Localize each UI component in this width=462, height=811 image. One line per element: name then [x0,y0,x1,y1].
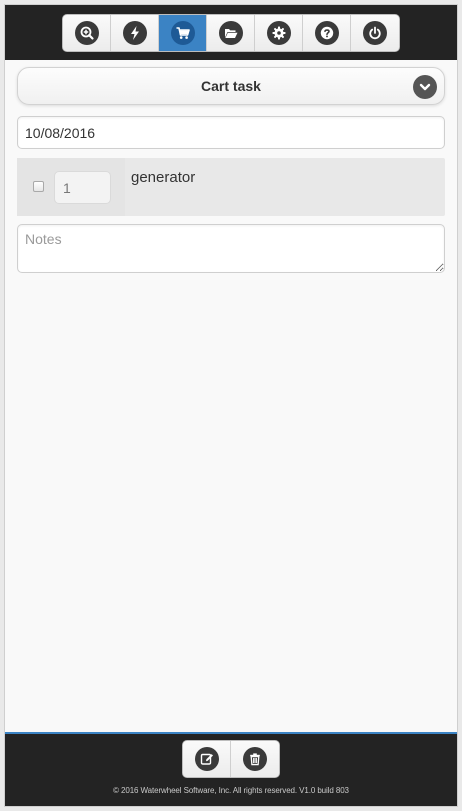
power-button[interactable] [351,15,399,51]
delete-button[interactable] [231,741,279,777]
cart-task-header[interactable]: Cart task [17,67,445,105]
nav-button-group [62,14,400,52]
gear-icon [266,21,291,45]
item-name: generator [131,169,196,186]
settings-button[interactable] [255,15,303,51]
edit-button[interactable] [183,741,231,777]
cart-icon [170,21,195,45]
app-frame: Cart task generator [4,4,458,807]
quick-action-button[interactable] [111,15,159,51]
trash-icon [243,747,267,771]
search-button[interactable] [63,15,111,51]
power-icon [363,21,387,45]
footer-button-group [182,740,280,778]
item-checkbox[interactable] [33,181,44,192]
cart-button[interactable] [159,15,207,51]
list-item: generator [17,158,445,216]
folder-open-icon [218,21,243,45]
date-field[interactable] [17,116,445,149]
question-icon [314,21,339,45]
footer-bar: © 2016 Waterwheel Software, Inc. All rig… [5,732,457,806]
search-plus-icon [74,21,99,45]
top-navbar [5,5,457,60]
copyright-text: © 2016 Waterwheel Software, Inc. All rig… [113,786,349,795]
chevron-down-icon[interactable] [413,75,437,99]
item-controls [17,158,125,216]
lightning-icon [122,21,147,45]
quantity-field[interactable] [54,171,111,204]
open-folder-button[interactable] [207,15,255,51]
help-button[interactable] [303,15,351,51]
edit-icon [194,747,219,771]
notes-field[interactable] [17,224,445,273]
page-title: Cart task [201,78,261,94]
